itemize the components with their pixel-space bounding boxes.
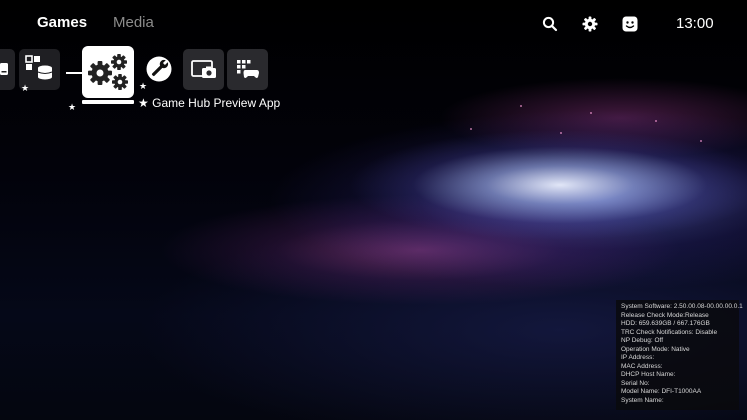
- info-model-name: Model Name: DFI-T1000AA: [621, 388, 702, 395]
- search-icon[interactable]: [541, 15, 559, 33]
- info-serial-no: Serial No:: [621, 379, 650, 387]
- info-system-software: System Software: 2.50.00.08-00.00.00.0.1: [621, 303, 743, 310]
- info-release-check-mode: Release Check Mode:Release: [621, 311, 709, 319]
- home-screen: Games Media 13:00 ★ ★ ★ ★ Game Hub Previ…: [0, 0, 747, 420]
- info-np-debug: NP Debug: Off: [621, 337, 664, 344]
- favorite-star-icon: ★: [138, 96, 149, 110]
- info-mac-address: MAC Address:: [621, 362, 663, 370]
- background-speck: [700, 140, 702, 142]
- focused-app-label: ★ Game Hub Preview App: [138, 96, 280, 110]
- favorite-star-icon: ★: [68, 102, 77, 112]
- background-speck: [590, 112, 592, 114]
- clock: 13:00: [676, 15, 714, 32]
- tab-media[interactable]: Media: [113, 14, 154, 31]
- profile-avatar-icon[interactable]: [621, 15, 639, 33]
- info-ip-address: IP Address:: [621, 354, 655, 361]
- info-system-name: System Name:: [621, 396, 664, 404]
- storage-device-icon: [0, 63, 8, 75]
- tile-game-library[interactable]: [227, 49, 268, 90]
- favorite-star-icon: ★: [21, 83, 30, 93]
- system-info-panel: System Software: 2.50.00.08-00.00.00.0.1…: [616, 300, 743, 410]
- focused-app-title: Game Hub Preview App: [152, 96, 281, 110]
- info-trc-notifications: TRC Check Notifications: Disable: [621, 328, 718, 336]
- tile-gears-selected[interactable]: [82, 46, 134, 98]
- background-speck: [520, 105, 522, 107]
- screen-capture-icon: [191, 60, 216, 78]
- info-operation-mode: Operation Mode: Native: [621, 345, 690, 353]
- tile-screen-capture[interactable]: [183, 49, 224, 90]
- background-speck: [560, 132, 562, 134]
- background-speck: [655, 120, 657, 122]
- info-hdd: HDD: 659.639GB / 667.176GB: [621, 320, 710, 327]
- tile-storage[interactable]: [0, 49, 15, 90]
- favorite-star-icon: ★: [139, 81, 148, 91]
- gear-icon[interactable]: [581, 15, 599, 33]
- info-dhcp-host-name: DHCP Host Name:: [621, 371, 676, 378]
- game-library-icon: [237, 60, 259, 78]
- gears-icon: [88, 54, 128, 90]
- background-speck: [470, 128, 472, 130]
- tab-games[interactable]: Games: [37, 14, 87, 31]
- selection-progress-bar: [82, 100, 134, 104]
